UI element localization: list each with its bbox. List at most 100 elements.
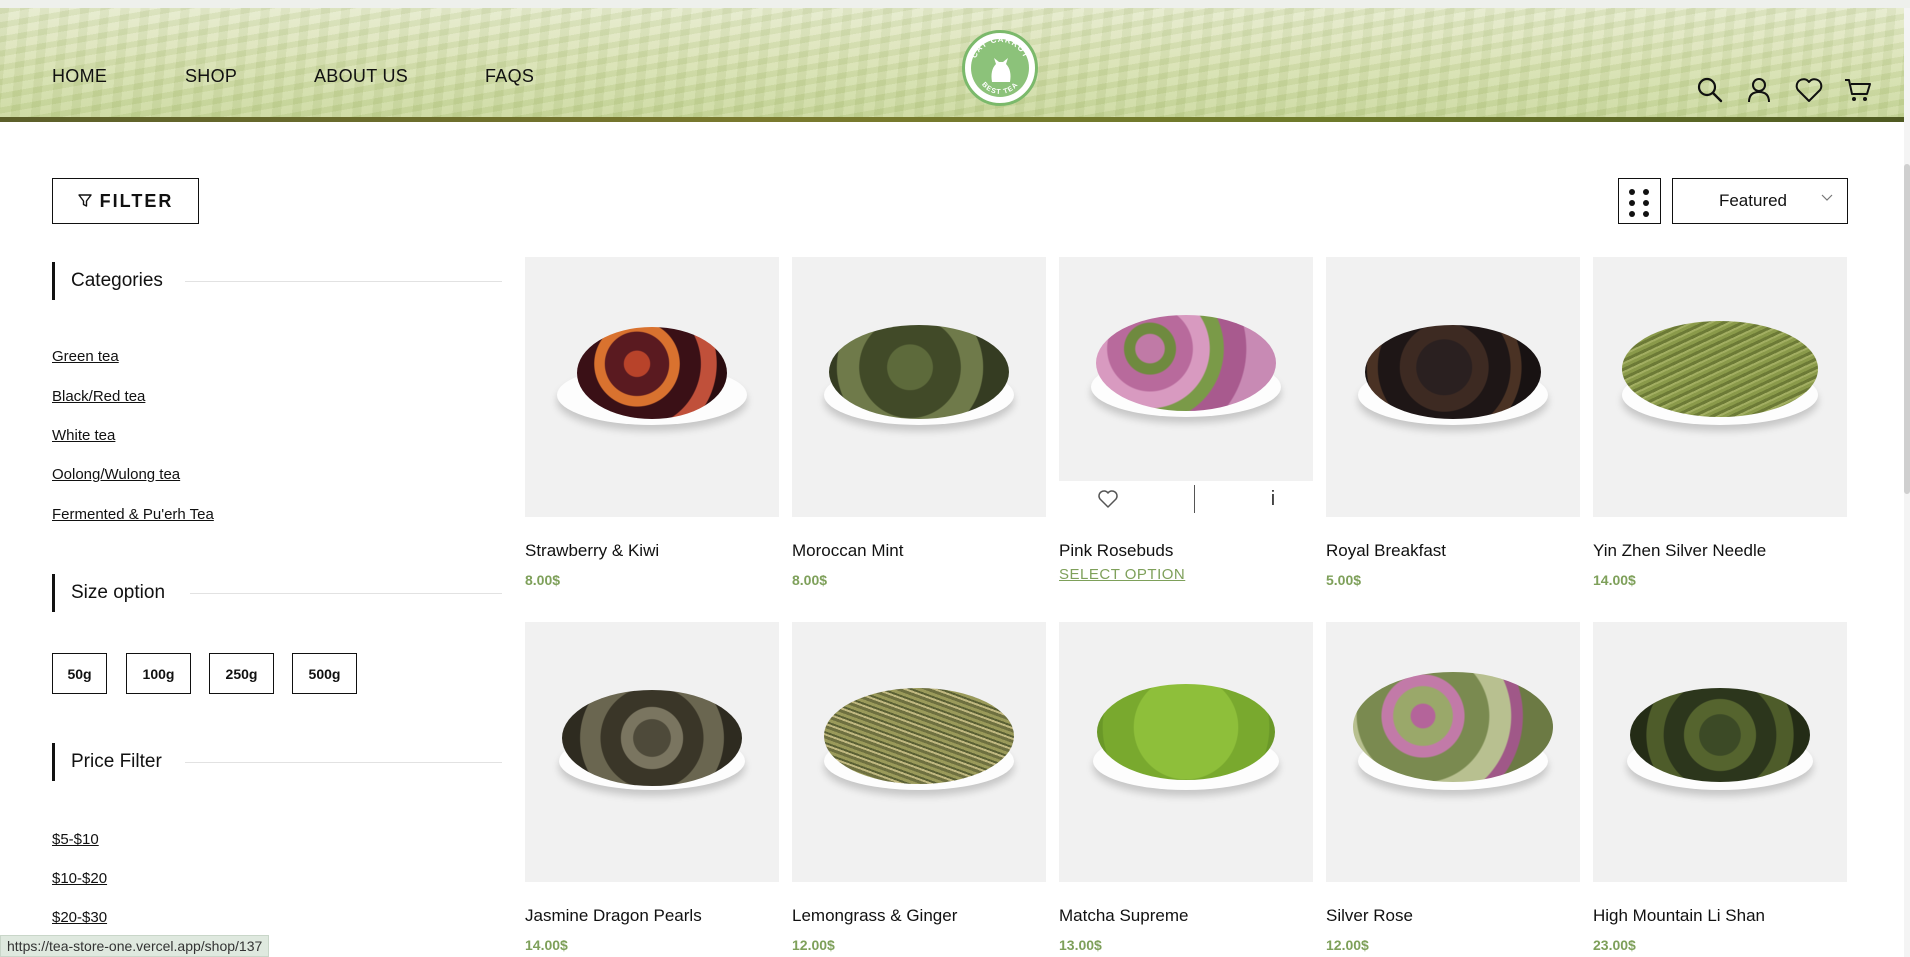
product-name[interactable]: Moroccan Mint [792, 541, 903, 561]
tea-leaves [824, 688, 1014, 784]
tea-leaves [1096, 315, 1276, 411]
filter-icon [77, 194, 92, 207]
product-card[interactable]: Jasmine Dragon Pearls 14.00$ [525, 622, 779, 953]
product-name[interactable]: Jasmine Dragon Pearls [525, 906, 702, 926]
filter-button[interactable]: FILTER [52, 178, 199, 224]
quick-actions-bar: i [1059, 481, 1313, 517]
link-status-bar: https://tea-store-one.vercel.app/shop/13… [0, 935, 270, 957]
size-chip-50g[interactable]: 50g [52, 653, 107, 694]
product-name[interactable]: Yin Zhen Silver Needle [1593, 541, 1766, 561]
product-price: 5.00$ [1326, 572, 1362, 588]
product-card[interactable]: i Pink Rosebuds SELECT OPTION [1059, 257, 1313, 583]
product-price: 23.00$ [1593, 937, 1636, 953]
chevron-down-icon [1821, 194, 1833, 201]
product-name[interactable]: Matcha Supreme [1059, 906, 1188, 926]
product-image[interactable] [1059, 622, 1313, 882]
product-card[interactable]: Lemongrass & Ginger 12.00$ [792, 622, 1046, 953]
price-filter-title: Price Filter [71, 751, 162, 772]
category-link-black-red-tea[interactable]: Black/Red tea [52, 388, 145, 405]
logo-badge: CAT CARROT BEST TEA [969, 35, 1030, 97]
product-card[interactable]: Yin Zhen Silver Needle 14.00$ [1593, 257, 1847, 588]
category-link-green-tea[interactable]: Green tea [52, 348, 119, 365]
price-link-20-30[interactable]: $20-$30 [52, 909, 107, 926]
product-name[interactable]: Royal Breakfast [1326, 541, 1446, 561]
product-name[interactable]: Strawberry & Kiwi [525, 541, 659, 561]
product-image[interactable] [525, 257, 779, 517]
matcha-powder [1097, 684, 1275, 780]
price-link-10-20[interactable]: $10-$20 [52, 870, 107, 887]
page-scrollbar[interactable] [1904, 8, 1910, 957]
category-link-puerh-tea[interactable]: Fermented & Pu'erh Tea [52, 506, 214, 523]
site-logo[interactable]: CAT CARROT BEST TEA [962, 30, 1038, 106]
product-card[interactable]: Moroccan Mint 8.00$ [792, 257, 1046, 588]
sort-select[interactable]: Featured [1672, 178, 1848, 224]
size-chip-500g[interactable]: 500g [292, 653, 357, 694]
product-image[interactable] [1593, 257, 1847, 517]
product-image[interactable] [525, 622, 779, 882]
filter-label: FILTER [99, 190, 174, 211]
tea-leaves [577, 327, 727, 419]
select-option-link[interactable]: SELECT OPTION [1059, 566, 1185, 583]
user-icon[interactable] [1745, 76, 1775, 106]
tea-leaves [1365, 325, 1541, 419]
info-icon[interactable]: i [1271, 488, 1275, 511]
size-option-heading: Size option [52, 574, 165, 612]
grid-dot [1629, 189, 1635, 195]
site-header: HOME SHOP ABOUT US FAQS CAT CARROT BEST … [0, 8, 1904, 122]
price-link-5-10[interactable]: $5-$10 [52, 831, 99, 848]
product-card[interactable]: Royal Breakfast 5.00$ [1326, 257, 1580, 588]
product-image[interactable]: i [1059, 257, 1313, 517]
tea-leaves [829, 325, 1009, 419]
divider [190, 593, 502, 594]
size-option-title: Size option [71, 582, 166, 603]
product-price: 12.00$ [1326, 937, 1369, 953]
divider [185, 762, 502, 763]
product-card[interactable]: Silver Rose 12.00$ [1326, 622, 1580, 953]
product-price: 14.00$ [1593, 572, 1636, 588]
product-name[interactable]: Silver Rose [1326, 906, 1413, 926]
category-link-oolong-tea[interactable]: Oolong/Wulong tea [52, 466, 180, 483]
nav-home[interactable]: HOME [52, 66, 185, 87]
grid-view-toggle[interactable] [1618, 178, 1661, 224]
scrollbar-thumb[interactable] [1904, 164, 1910, 494]
price-filter-heading: Price Filter [52, 743, 162, 781]
product-price: 8.00$ [792, 572, 828, 588]
product-image[interactable] [1593, 622, 1847, 882]
heart-icon[interactable] [1794, 76, 1824, 106]
product-card[interactable]: High Mountain Li Shan 23.00$ [1593, 622, 1847, 953]
heart-icon[interactable] [1097, 489, 1119, 509]
category-link-white-tea[interactable]: White tea [52, 427, 115, 444]
tea-leaves [562, 690, 742, 786]
categories-title: Categories [71, 270, 163, 291]
product-price: 13.00$ [1059, 937, 1102, 953]
tea-leaves [1622, 321, 1818, 417]
search-icon[interactable] [1696, 76, 1726, 106]
grid-dot [1643, 200, 1649, 206]
product-card[interactable]: Matcha Supreme 13.00$ [1059, 622, 1313, 953]
product-name[interactable]: Lemongrass & Ginger [792, 906, 957, 926]
cart-icon[interactable] [1843, 76, 1873, 106]
grid-dot [1629, 200, 1635, 206]
nav-shop[interactable]: SHOP [185, 66, 314, 87]
product-name[interactable]: High Mountain Li Shan [1593, 906, 1765, 926]
size-chip-100g[interactable]: 100g [126, 653, 191, 694]
header-divider [0, 117, 1904, 122]
separator [1194, 485, 1196, 513]
product-image[interactable] [1326, 257, 1580, 517]
product-image[interactable] [792, 257, 1046, 517]
nav-faqs[interactable]: FAQS [485, 66, 545, 87]
product-image[interactable] [792, 622, 1046, 882]
product-card[interactable]: Strawberry & Kiwi 8.00$ [525, 257, 779, 588]
size-chip-250g[interactable]: 250g [209, 653, 274, 694]
divider [185, 281, 502, 282]
grid-dot [1629, 211, 1635, 217]
sort-value: Featured [1718, 191, 1788, 210]
product-name[interactable]: Pink Rosebuds [1059, 541, 1173, 561]
tea-leaves [1353, 672, 1553, 782]
tea-leaves [1630, 688, 1810, 782]
product-price: 14.00$ [525, 937, 568, 953]
grid-dot [1643, 211, 1649, 217]
nav-about-us[interactable]: ABOUT US [314, 66, 485, 87]
product-image[interactable] [1326, 622, 1580, 882]
categories-heading: Categories [52, 262, 163, 300]
